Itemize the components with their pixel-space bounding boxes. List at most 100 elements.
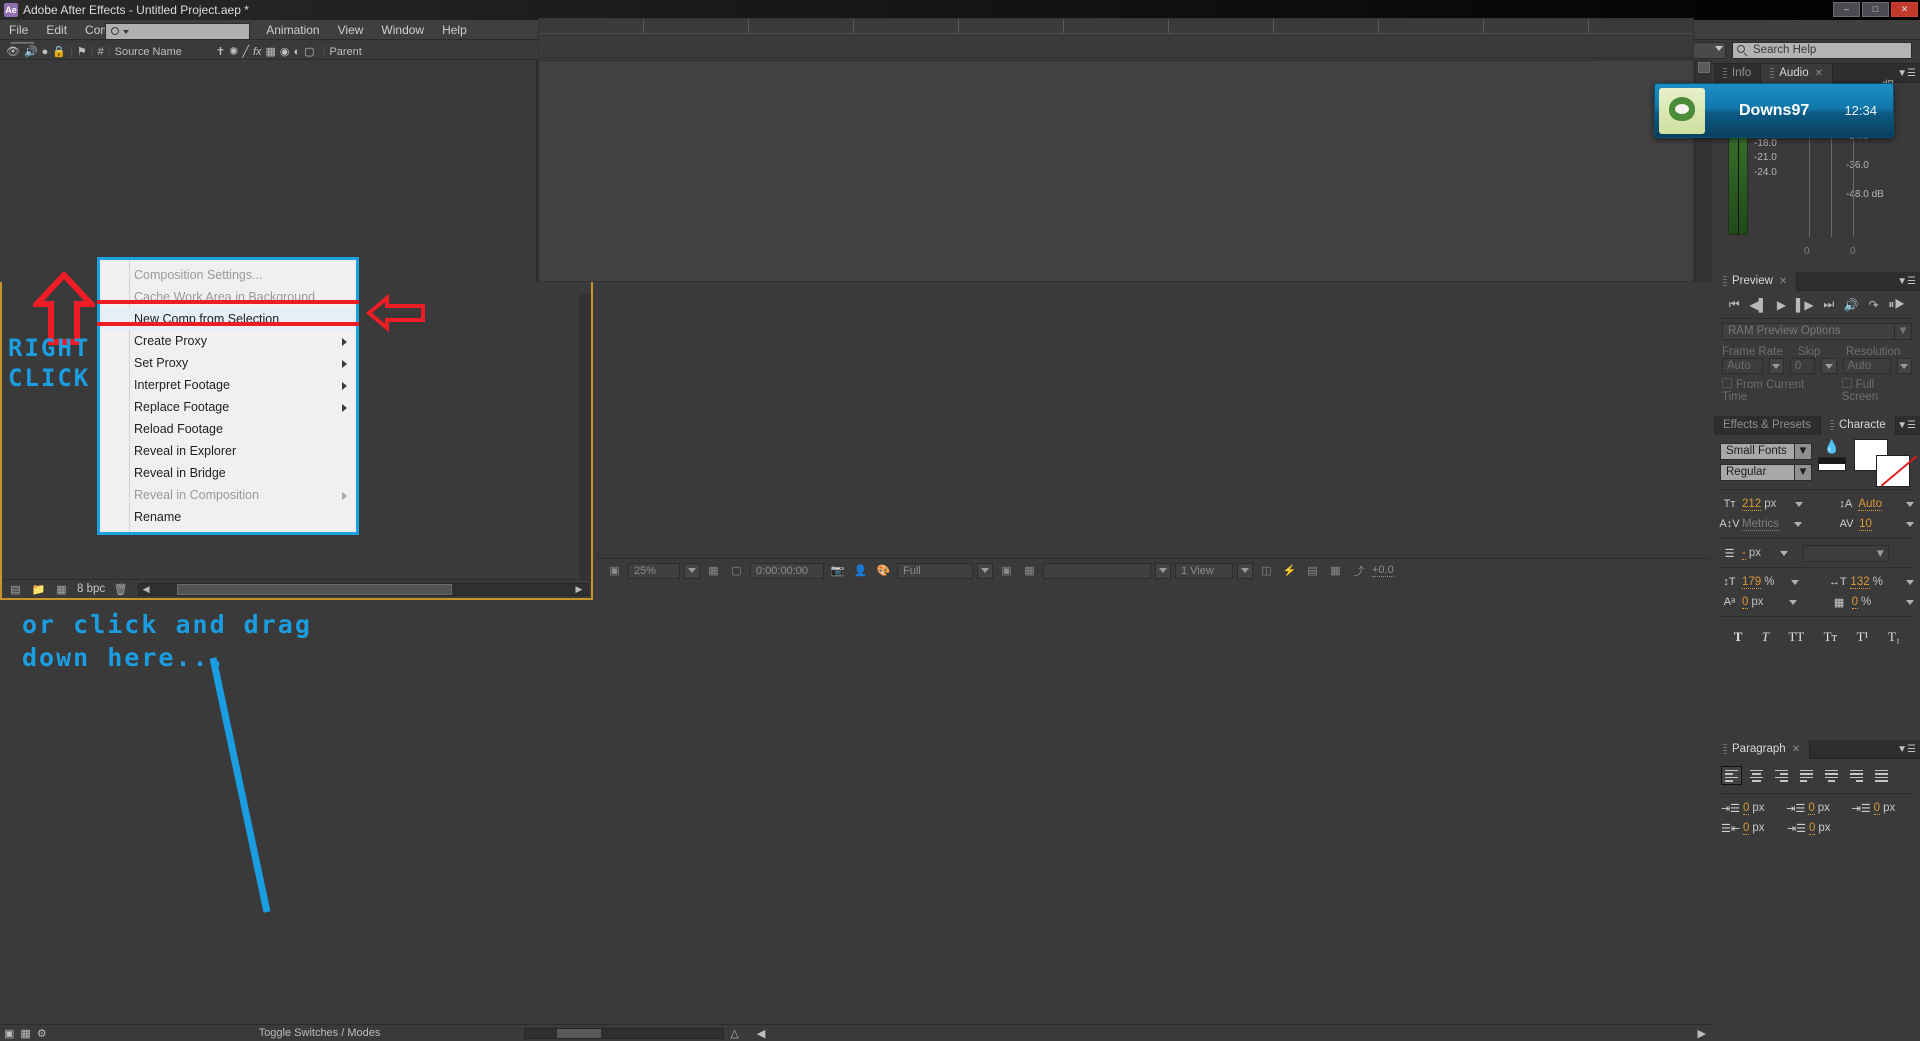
stroke-width-value[interactable]: - <box>1742 547 1746 560</box>
font-style-select[interactable]: Regular ▼ <box>1720 464 1812 481</box>
frame-render-icon[interactable]: ▣ <box>4 1027 14 1040</box>
font-size-dropdown-icon[interactable] <box>1795 501 1804 507</box>
align-left-button[interactable] <box>1721 766 1742 785</box>
menu-edit[interactable]: Edit <box>37 20 76 40</box>
tab-effects-presets[interactable]: Effects & Presets <box>1714 415 1821 435</box>
character-panel-menu-icon[interactable]: ▼☰ <box>1897 420 1916 431</box>
fx-icon[interactable]: fx <box>253 46 262 58</box>
leading-dropdown-icon[interactable] <box>1906 501 1914 507</box>
snapshot-icon[interactable]: 📷 <box>828 562 847 579</box>
scroll-up-icon[interactable] <box>1698 62 1710 73</box>
scroll-right-icon[interactable]: ▶ <box>1698 1027 1706 1040</box>
full-screen-checkbox[interactable]: Full Screen <box>1841 378 1912 403</box>
column-index[interactable]: # <box>98 46 104 58</box>
align-center-button[interactable] <box>1746 766 1767 785</box>
new-folder-icon[interactable]: 📁 <box>31 583 46 596</box>
motion-blur-icon[interactable]: ◉ <box>280 45 290 58</box>
vertical-scale-dropdown-icon[interactable] <box>1791 579 1800 585</box>
project-bit-depth[interactable]: 8 bpc <box>77 583 105 595</box>
bold-button[interactable]: T <box>1734 629 1743 645</box>
horizontal-scale-value[interactable]: 132 <box>1850 576 1870 589</box>
view-layout-dropdown-icon[interactable] <box>1155 562 1171 579</box>
menu-file[interactable]: File <box>0 20 37 40</box>
maximize-button[interactable]: □ <box>1862 2 1889 17</box>
menu-item-interpret-footage[interactable]: Interpret Footage <box>100 374 356 396</box>
close-icon[interactable]: ✕ <box>1779 276 1787 287</box>
column-source-name[interactable]: Source Name <box>115 46 182 58</box>
adjustment-icon[interactable]: ◐ <box>294 46 301 58</box>
audio-icon[interactable]: 🔊 <box>1844 298 1859 312</box>
menu-animation[interactable]: Animation <box>257 20 328 40</box>
small-caps-button[interactable]: Tᴛ <box>1824 629 1838 645</box>
collapse-icon[interactable]: ✺ <box>229 45 238 58</box>
3d-icon[interactable]: ▢ <box>304 45 314 58</box>
new-comp-icon[interactable]: ▦ <box>54 583 69 596</box>
always-preview-icon[interactable]: ▣ <box>605 562 624 579</box>
close-button[interactable]: ✕ <box>1891 2 1918 17</box>
menu-item-reveal-in-explorer[interactable]: Reveal in Explorer <box>100 440 356 462</box>
label-icon[interactable]: ⚑ <box>77 45 87 58</box>
kerning-value[interactable]: Metrics <box>1742 518 1780 531</box>
font-size-value[interactable]: 212 <box>1742 498 1762 511</box>
baseline-shift-dropdown-icon[interactable] <box>1788 599 1797 605</box>
zoom-level-select[interactable]: 25% <box>628 562 680 579</box>
show-snapshot-icon[interactable]: 👤 <box>851 562 870 579</box>
timeline-layer-list[interactable] <box>0 60 537 282</box>
menu-help[interactable]: Help <box>433 20 476 40</box>
italic-button[interactable]: T <box>1762 629 1769 645</box>
space-after-control[interactable]: ⇥☰ 0 px <box>1787 820 1849 836</box>
exposure-value[interactable]: +0.0 <box>1372 564 1394 577</box>
scroll-right-icon[interactable]: ▶ <box>572 584 586 595</box>
menu-item-replace-footage[interactable]: Replace Footage <box>100 396 356 418</box>
tsume-dropdown-icon[interactable] <box>1906 599 1914 605</box>
current-timecode[interactable]: 0:00:00:00 <box>750 562 824 579</box>
fast-preview-icon[interactable]: ⚡ <box>1280 562 1299 579</box>
column-parent[interactable]: Parent <box>329 46 361 58</box>
horizontal-scale-dropdown-icon[interactable] <box>1906 579 1914 585</box>
stroke-color-swatch[interactable] <box>1876 455 1910 487</box>
menu-item-reveal-in-bridge[interactable]: Reveal in Bridge <box>100 462 356 484</box>
close-icon[interactable]: ✕ <box>1815 68 1823 79</box>
superscript-button[interactable]: T¹ <box>1857 629 1869 645</box>
justify-all-button[interactable] <box>1871 766 1892 785</box>
view-count-dropdown-icon[interactable] <box>1237 562 1253 579</box>
menu-item-set-proxy[interactable]: Set Proxy <box>100 352 356 374</box>
last-frame-icon[interactable]: ⏭ <box>1823 297 1834 312</box>
resolution-dropdown-icon[interactable] <box>1896 358 1913 374</box>
justify-last-left-button[interactable] <box>1796 766 1817 785</box>
skip-value[interactable]: 0 <box>1789 358 1816 374</box>
vertical-scale-value[interactable]: 179 <box>1742 576 1762 589</box>
audio-panel-menu-icon[interactable]: ▼☰ <box>1897 68 1916 79</box>
loop-icon[interactable]: ↷ <box>1869 298 1879 312</box>
from-current-time-checkbox[interactable]: From Current Time <box>1722 378 1830 403</box>
shy-icon[interactable]: ✝ <box>216 45 225 58</box>
grid-guides-icon[interactable]: ▦ <box>704 562 723 579</box>
align-right-button[interactable] <box>1771 766 1792 785</box>
space-before-value[interactable]: 0 <box>1743 822 1750 835</box>
delete-icon[interactable]: 🗑 <box>113 583 128 596</box>
indent-right-control[interactable]: ⇥☰ 0 px <box>1786 800 1847 816</box>
close-icon[interactable]: ✕ <box>1792 744 1800 755</box>
ram-preview-icon[interactable]: ⏸▶ <box>1888 297 1905 312</box>
comp-flowchart-icon[interactable]: ▦ <box>1326 562 1345 579</box>
exposure-reset-icon[interactable]: ⤴ <box>1349 562 1368 579</box>
switches-modes-icon[interactable]: ▦ <box>20 1027 30 1040</box>
interpret-footage-icon[interactable]: ▤ <box>8 583 23 596</box>
lock-icon[interactable]: 🔒 <box>52 45 66 58</box>
previous-frame-icon[interactable]: ◀▌ <box>1749 298 1767 312</box>
stroke-style-select[interactable]: ▼ <box>1803 544 1889 562</box>
menu-item-new-comp-from-selection[interactable]: New Comp from Selection <box>100 308 356 330</box>
skip-dropdown-icon[interactable] <box>1821 358 1837 374</box>
subscript-button[interactable]: T₁ <box>1888 629 1900 645</box>
audio-slider-left[interactable] <box>1809 125 1810 237</box>
eyedropper-icon[interactable]: 💧 <box>1824 439 1840 455</box>
view-layout-select[interactable] <box>1043 562 1151 579</box>
project-vertical-scrollbar[interactable] <box>579 294 591 594</box>
solo-icon[interactable]: ● <box>42 46 49 58</box>
timeline-search-input[interactable] <box>105 22 250 40</box>
resolution-select[interactable]: Full <box>897 562 973 579</box>
audio-slider-master[interactable] <box>1853 125 1854 237</box>
resolution-value[interactable]: Auto <box>1842 358 1891 374</box>
zoom-dropdown-icon[interactable] <box>684 562 700 579</box>
pixel-aspect-icon[interactable]: ◫ <box>1257 562 1276 579</box>
